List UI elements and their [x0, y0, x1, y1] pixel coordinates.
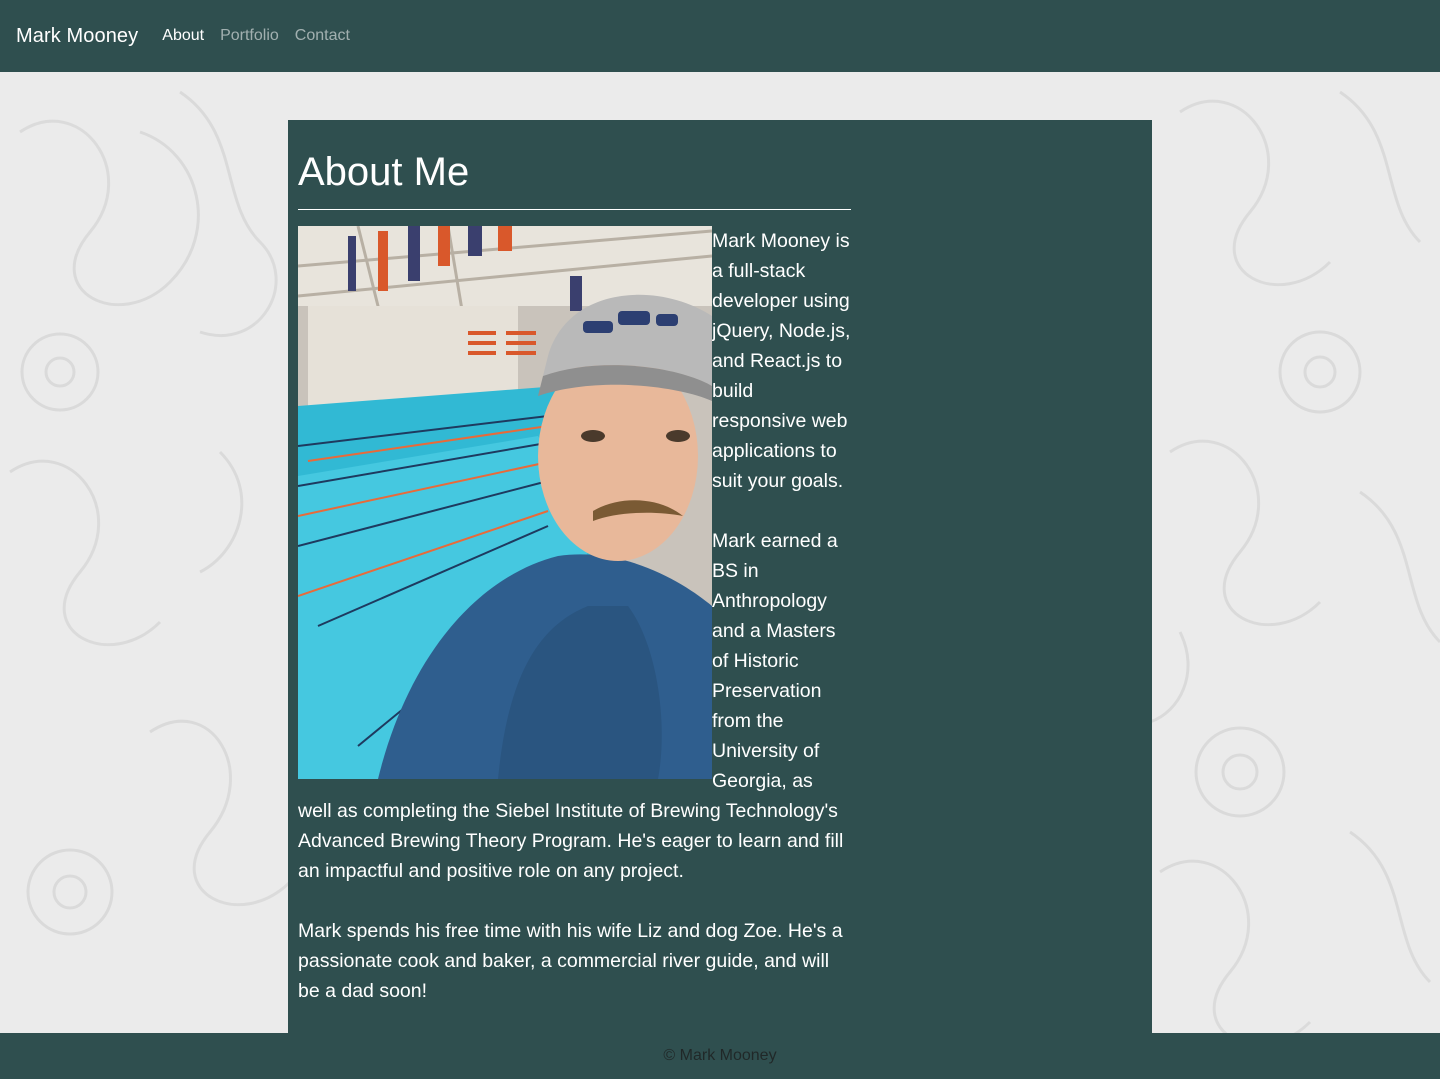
about-section: About Me Mark Mooney is a full-stack dev…: [288, 120, 1152, 1033]
page-footer: © Mark Mooney: [0, 1033, 1440, 1079]
footer-copyright: © Mark Mooney: [663, 1047, 777, 1064]
nav-link-portfolio[interactable]: Portfolio: [220, 27, 279, 45]
profile-photo: [298, 226, 712, 779]
page-title: About Me: [298, 150, 470, 194]
top-navbar: Mark Mooney About Portfolio Contact: [0, 0, 1440, 72]
nav-link-contact[interactable]: Contact: [295, 27, 350, 45]
nav-link-about[interactable]: About: [162, 27, 204, 45]
about-text: Mark Mooney is a full-stack developer us…: [298, 226, 851, 1006]
about-paragraph: Mark spends his free time with his wife …: [298, 920, 843, 1002]
title-divider: [298, 209, 851, 210]
brand-link[interactable]: Mark Mooney: [16, 25, 138, 48]
about-container: About Me Mark Mooney is a full-stack dev…: [298, 148, 851, 1006]
